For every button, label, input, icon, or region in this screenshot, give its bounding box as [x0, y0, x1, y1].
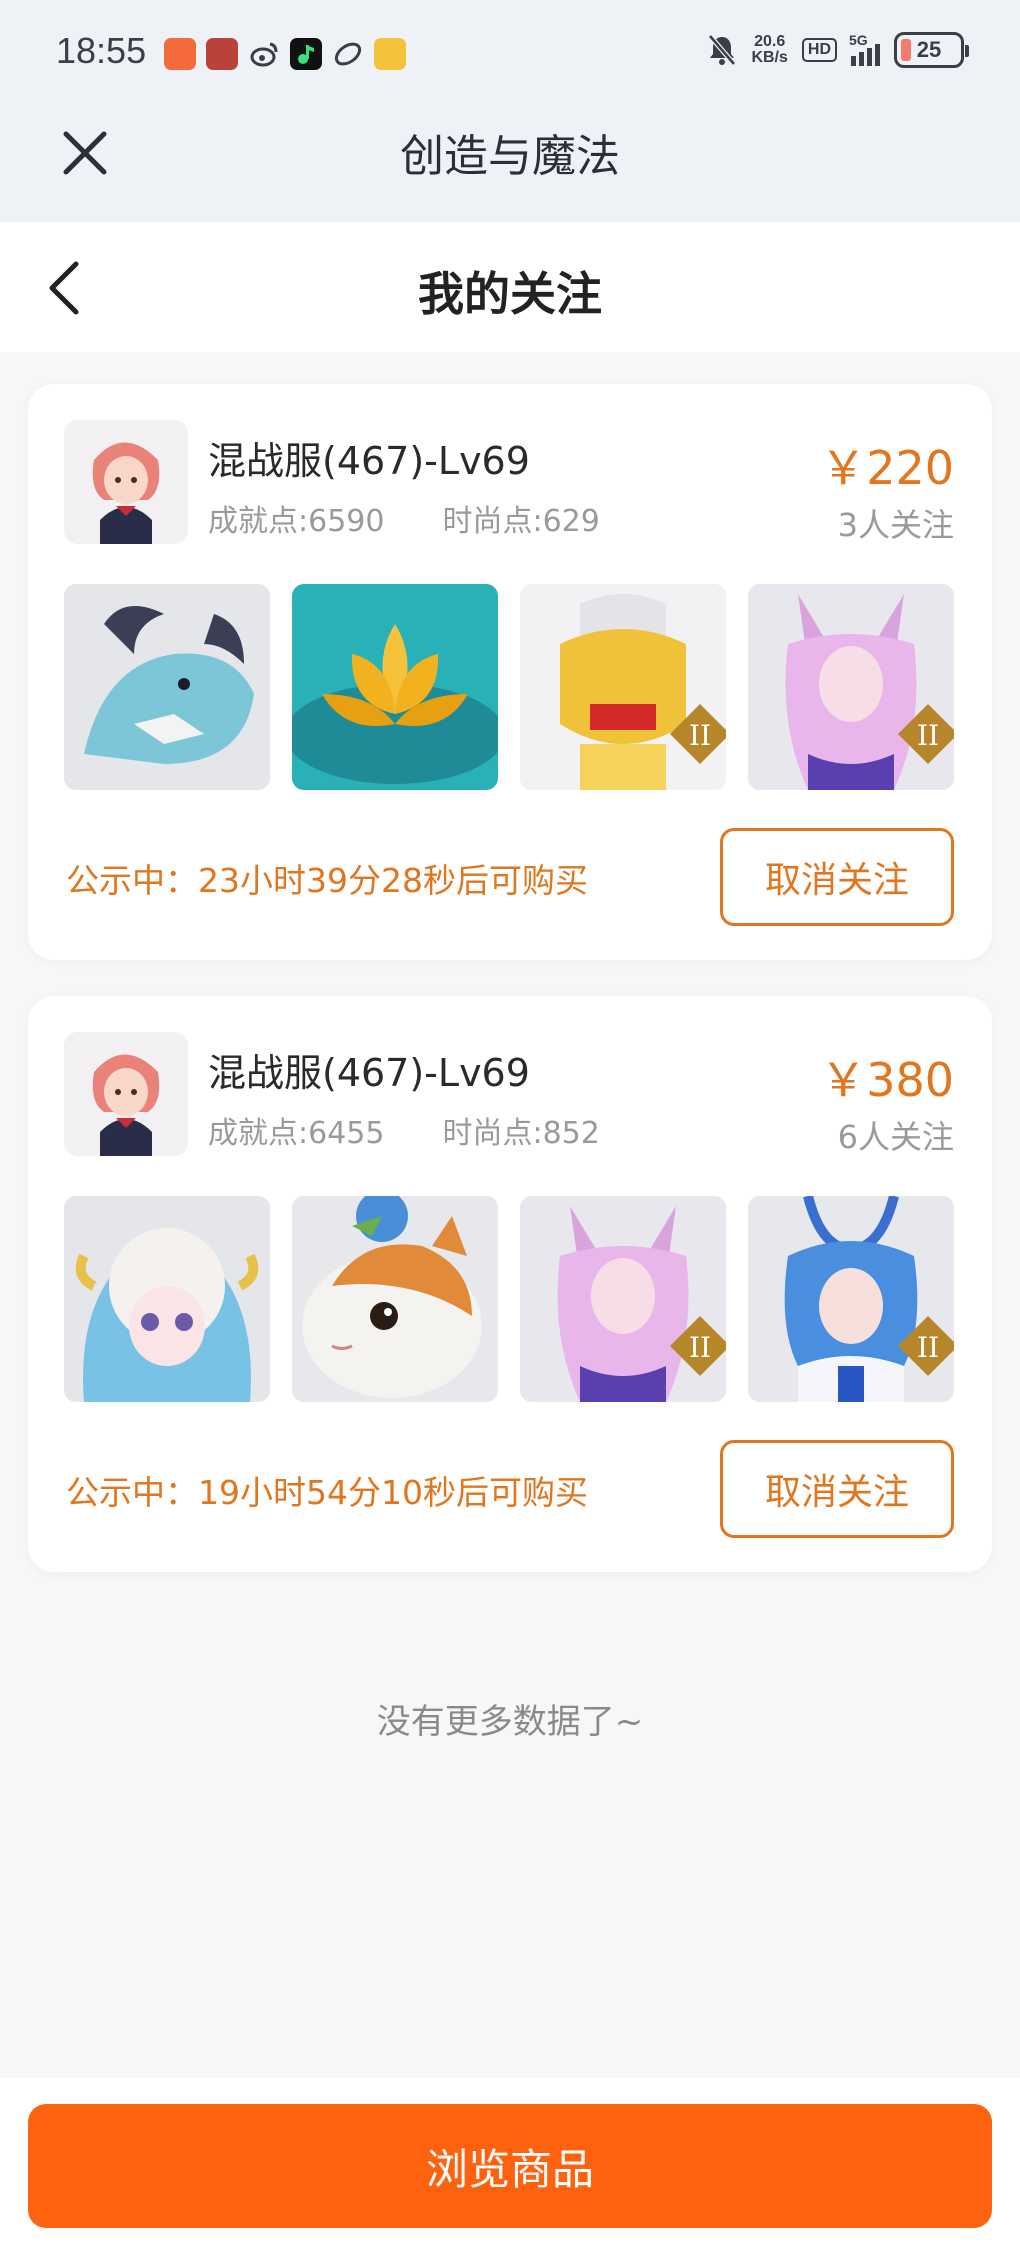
follow-count: 3人关注	[837, 506, 954, 544]
battery-level: 25	[916, 37, 942, 62]
achievement-points: 成就点:6455	[208, 1116, 385, 1151]
status-time: 18:55	[56, 30, 147, 71]
server-level: 混战服(467)-Lv69	[208, 439, 530, 483]
follow-count: 6人关注	[837, 1118, 954, 1156]
app-bar: 创造与魔法	[0, 110, 1020, 222]
armored-costume-thumbnail[interactable]: II	[520, 584, 726, 790]
battery-icon: 25	[894, 32, 969, 68]
achievement-points: 成就点:6590	[208, 504, 385, 539]
speed-value: 20.6	[754, 33, 786, 50]
speed-unit: KB/s	[751, 49, 788, 66]
dragon-girl-costume-thumbnail[interactable]: II	[748, 1196, 954, 1402]
svg-text:II: II	[917, 719, 939, 752]
sheep-doll-thumbnail[interactable]	[64, 1196, 270, 1402]
mute-bell-icon	[707, 33, 737, 67]
publicity-notice: 公示中：23小时39分28秒后可购买	[66, 861, 588, 900]
item-thumbnails: II II	[64, 584, 954, 790]
listing-card[interactable]: 混战服(467)-Lv69 成就点:6590 时尚点:629 ￥220 3人关注	[28, 384, 992, 960]
weibo-icon	[248, 38, 280, 70]
fox-spirit-costume-thumbnail[interactable]: II	[748, 584, 954, 790]
stats-row: 成就点:6590 时尚点:629	[208, 496, 600, 540]
network-speed: 20.6 KB/s	[751, 34, 787, 66]
publicity-notice: 公示中：19小时54分10秒后可购买	[66, 1473, 588, 1512]
page-title: 我的关注	[418, 267, 602, 321]
status-right: 20.6 KB/s HD 5G 25	[707, 32, 969, 68]
status-bar: 18:55 20.6 KB/s HD 5G 25	[0, 0, 1020, 110]
network-type: 5G	[849, 32, 868, 48]
svg-text:II: II	[917, 1331, 939, 1364]
app-notification-icon	[164, 38, 196, 70]
listing-card[interactable]: 混战服(467)-Lv69 成就点:6455 时尚点:852 ￥380 6人关注	[28, 996, 992, 1572]
hd-badge: HD	[801, 38, 837, 62]
svg-text:II: II	[689, 1331, 711, 1364]
fox-spirit-costume-thumbnail[interactable]: II	[520, 1196, 726, 1402]
music-app-icon	[290, 38, 322, 70]
page-header: 我的关注	[0, 222, 1020, 352]
game-notification-icon	[206, 38, 238, 70]
link-app-icon	[332, 38, 364, 70]
dragon-mount-thumbnail[interactable]	[64, 584, 270, 790]
browse-products-button[interactable]: 浏览商品	[28, 2104, 992, 2228]
fashion-points: 时尚点:852	[442, 1116, 600, 1151]
stats-row: 成就点:6455 时尚点:852	[208, 1108, 600, 1152]
unfollow-button[interactable]: 取消关注	[720, 828, 954, 926]
price: ￥220	[820, 441, 954, 495]
shop-app-icon	[374, 38, 406, 70]
cat-pet-thumbnail[interactable]	[292, 1196, 498, 1402]
signal-icon: 5G	[849, 32, 880, 66]
app-title: 创造与魔法	[400, 131, 620, 182]
item-thumbnails: II II	[64, 1196, 954, 1402]
character-avatar	[64, 1032, 188, 1156]
server-level: 混战服(467)-Lv69	[208, 1051, 530, 1095]
character-avatar	[64, 420, 188, 544]
golden-lotus-thumbnail[interactable]	[292, 584, 498, 790]
svg-text:II: II	[689, 719, 711, 752]
no-more-data: 没有更多数据了~	[376, 1702, 644, 1742]
notification-icons	[164, 38, 406, 70]
fashion-points: 时尚点:629	[442, 504, 600, 539]
unfollow-button[interactable]: 取消关注	[720, 1440, 954, 1538]
price: ￥380	[820, 1053, 954, 1107]
